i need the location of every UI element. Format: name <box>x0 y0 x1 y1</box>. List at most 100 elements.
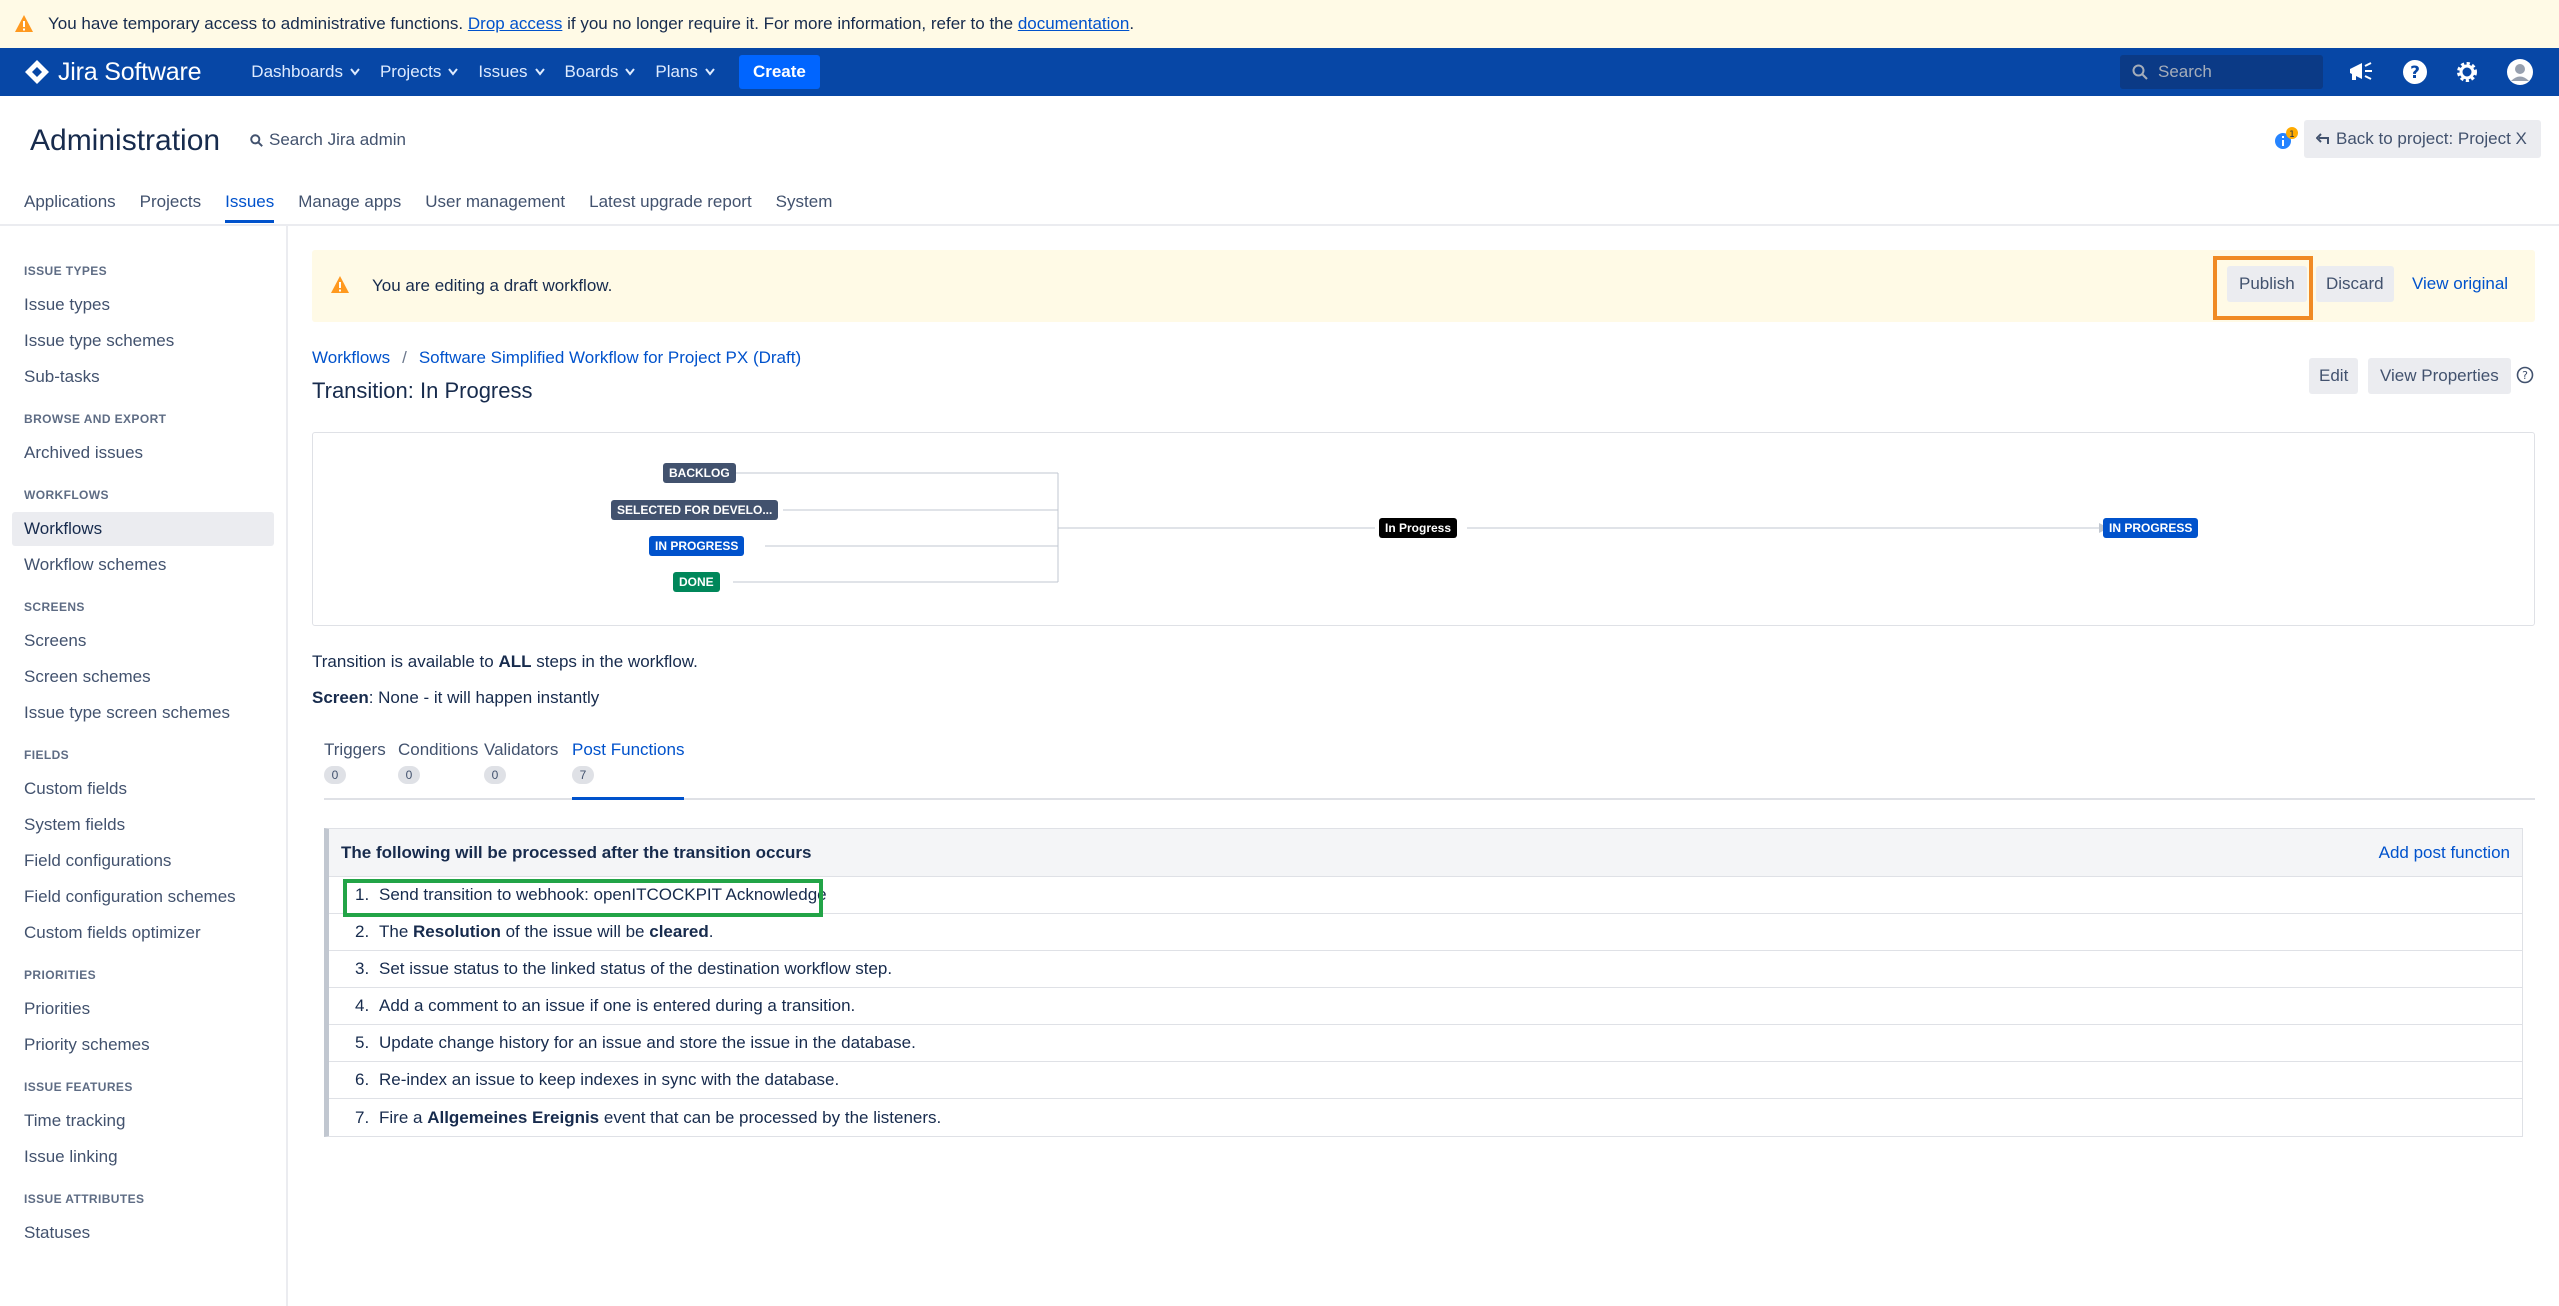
row-text: Re-index an issue to keep indexes in syn… <box>379 1070 839 1090</box>
help-icon[interactable]: ? <box>2403 60 2427 84</box>
sidebar-group-priorities: PRIORITIES Priorities Priority schemes <box>0 968 286 1062</box>
avail-text-bold: ALL <box>498 652 532 671</box>
sidebar-item-priorities[interactable]: Priorities <box>12 992 274 1026</box>
row-highlight-frame <box>343 879 823 917</box>
sidebar-item-statuses[interactable]: Statuses <box>12 1216 274 1250</box>
help-icon[interactable]: ? <box>2516 366 2534 384</box>
sidebar-item-priority-schemes[interactable]: Priority schemes <box>12 1028 274 1062</box>
tab-validators[interactable]: Validators 0 <box>484 740 558 784</box>
sidebar-item-issue-type-screen-schemes[interactable]: Issue type screen schemes <box>12 696 274 730</box>
page-title: Administration <box>30 124 221 157</box>
sidebar-item-sub-tasks[interactable]: Sub-tasks <box>12 360 274 394</box>
edit-button[interactable]: Edit <box>2309 358 2359 394</box>
row-text-part: Add a comment to an issue if one is ente… <box>379 996 856 1015</box>
row-text-part: event that can be processed by the liste… <box>599 1107 942 1127</box>
transition-title: Transition: In Progress <box>312 378 533 403</box>
tab-applications[interactable]: Applications <box>24 192 116 223</box>
back-to-project-button[interactable]: Back to project: Project X <box>2304 120 2541 158</box>
nav-issues[interactable]: Issues <box>478 62 545 82</box>
admin-sidebar: ISSUE TYPES Issue types Issue type schemes… <box>0 226 288 1306</box>
sidebar-group-workflows: WORKFLOWS Workflows Workflow schemes <box>0 488 286 582</box>
row-number: 7. <box>355 1107 370 1127</box>
add-post-function-link[interactable]: Add post function <box>2379 843 2510 863</box>
documentation-link[interactable]: documentation <box>1018 14 1130 34</box>
status-in-progress[interactable]: IN PROGRESS <box>649 536 745 556</box>
back-arrow-icon <box>2316 133 2329 144</box>
view-original-link[interactable]: View original <box>2402 266 2518 302</box>
sidebar-item-workflows[interactable]: Workflows <box>12 512 274 546</box>
sidebar-group-issue-features: ISSUE FEATURES Time tracking Issue linking <box>0 1080 286 1174</box>
post-functions-table: The following will be processed after th… <box>324 828 2523 1137</box>
svg-text:?: ? <box>2410 63 2420 83</box>
view-properties-button[interactable]: View Properties <box>2368 358 2511 394</box>
tab-count-badge: 0 <box>484 766 506 784</box>
row-number: 5. <box>355 1033 370 1052</box>
nav-boards[interactable]: Boards <box>565 62 636 82</box>
sidebar-item-archived-issues[interactable]: Archived issues <box>12 436 274 470</box>
discard-button[interactable]: Discard <box>2316 266 2394 302</box>
warning-icon <box>15 15 33 32</box>
sidebar-item-issue-linking[interactable]: Issue linking <box>12 1140 274 1174</box>
banner-text: You have temporary access to administrat… <box>48 14 464 33</box>
chevron-down-icon <box>534 68 545 76</box>
tab-latest-upgrade-report[interactable]: Latest upgrade report <box>589 192 752 223</box>
jira-logo[interactable]: Jira Software <box>24 58 201 87</box>
tab-issues[interactable]: Issues <box>225 192 275 223</box>
sidebar-item-custom-fields-optimizer[interactable]: Custom fields optimizer <box>12 916 274 950</box>
tab-user-management[interactable]: User management <box>425 192 565 223</box>
search-placeholder: Search <box>2158 62 2212 81</box>
create-button[interactable]: Create <box>738 55 820 89</box>
tab-manage-apps[interactable]: Manage apps <box>298 192 401 223</box>
publish-button[interactable]: Publish <box>2227 266 2307 302</box>
notification-icon[interactable]: 1 <box>2272 126 2300 154</box>
admin-header: Administration Search Jira admin Applica… <box>0 96 2559 226</box>
sidebar-group-browse-and-export: BROWSE AND EXPORT Archived issues <box>0 412 286 470</box>
tab-post-functions[interactable]: Post Functions 7 <box>572 740 685 800</box>
nav-projects[interactable]: Projects <box>379 62 459 82</box>
tab-conditions[interactable]: Conditions 0 <box>398 740 478 784</box>
sidebar-item-custom-fields[interactable]: Custom fields <box>12 772 274 806</box>
avail-text-before: Transition is available to <box>312 652 494 671</box>
sidebar-heading: FIELDS <box>24 748 70 762</box>
search-input[interactable]: Search <box>2120 55 2323 89</box>
nav-dashboards[interactable]: Dashboards <box>251 62 360 82</box>
sidebar-item-screen-schemes[interactable]: Screen schemes <box>12 660 274 694</box>
nav-plans[interactable]: Plans <box>655 62 715 82</box>
sidebar-heading: SCREENS <box>24 600 85 614</box>
transition-tabs: Triggers 0 Conditions 0 Validators 0 Post Func… <box>324 740 2535 800</box>
tab-label: Post Functions <box>572 740 685 759</box>
breadcrumb-workflow-name[interactable]: Software Simplified Workflow for Project… <box>419 348 801 368</box>
tab-system[interactable]: System <box>776 192 833 223</box>
drop-access-link[interactable]: Drop access <box>468 14 562 34</box>
transition-diagram: BACKLOG SELECTED FOR DEVELO... IN PROGRE… <box>312 432 2535 626</box>
target-status-in-progress[interactable]: IN PROGRESS <box>2103 518 2199 538</box>
megaphone-icon[interactable] <box>2348 60 2374 84</box>
row-text-part: The <box>379 922 414 941</box>
sidebar-item-field-configurations[interactable]: Field configurations <box>12 844 274 878</box>
row-text-bold: Resolution <box>413 922 501 941</box>
row-text: The Resolution of the issue will be clea… <box>379 922 714 942</box>
tab-count-badge: 0 <box>398 766 420 784</box>
sidebar-item-workflow-schemes[interactable]: Workflow schemes <box>12 548 274 582</box>
sidebar-item-screens[interactable]: Screens <box>12 624 274 658</box>
gear-icon[interactable] <box>2455 60 2479 84</box>
status-done[interactable]: DONE <box>673 572 720 592</box>
breadcrumb-workflows[interactable]: Workflows <box>312 348 390 368</box>
nav-label: Projects <box>379 62 442 81</box>
tab-projects[interactable]: Projects <box>140 192 201 223</box>
row-text-part: Fire a <box>379 1107 428 1127</box>
sidebar-item-system-fields[interactable]: System fields <box>12 808 274 842</box>
sidebar-item-issue-types[interactable]: Issue types <box>12 288 274 322</box>
status-selected-for-development[interactable]: SELECTED FOR DEVELO... <box>611 500 779 520</box>
jira-diamond-icon <box>25 60 49 84</box>
status-backlog[interactable]: BACKLOG <box>663 463 736 483</box>
sidebar-item-time-tracking[interactable]: Time tracking <box>12 1104 274 1138</box>
tab-triggers[interactable]: Triggers 0 <box>324 740 386 784</box>
avatar-icon[interactable] <box>2507 59 2533 85</box>
sidebar-item-field-configuration-schemes[interactable]: Field configuration schemes <box>12 880 274 914</box>
sidebar-item-issue-type-schemes[interactable]: Issue type schemes <box>12 324 274 358</box>
sidebar-group-issue-attributes: ISSUE ATTRIBUTES Statuses <box>0 1192 286 1250</box>
table-row: 7. Fire a Allgemeines Ereignis event that… <box>329 1099 2522 1136</box>
transition-label[interactable]: In Progress <box>1379 518 1458 538</box>
admin-search-link[interactable]: Search Jira admin <box>250 130 406 150</box>
